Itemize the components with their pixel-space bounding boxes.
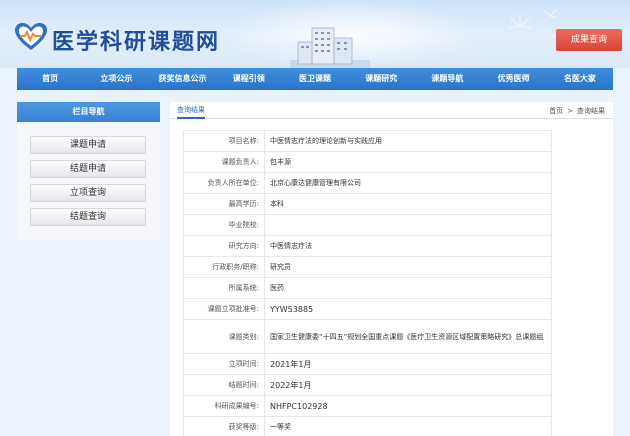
table-row: 获奖等级: 一等奖 [183,416,552,436]
breadcrumb-current: 查询结果 [577,107,605,115]
field-value [264,214,552,236]
nav-item-award-notice[interactable]: 获奖信息公示 [149,68,215,90]
field-label: 获奖等级: [183,416,265,436]
field-label: 结题时间: [183,374,265,396]
nav-item-medical-topics[interactable]: 医卫课题 [282,68,348,90]
nav-item-topic-research[interactable]: 课题研究 [348,68,414,90]
nav-item-famous-doctors[interactable]: 名医大家 [547,68,613,90]
nav-item-home[interactable]: 首页 [17,68,83,90]
field-value: 中医情志疗法 [264,235,552,257]
table-row: 最高学历: 本科 [183,193,552,215]
breadcrumb-separator: > [567,107,573,115]
field-value: 医药 [264,277,552,299]
heart-logo-icon [15,23,47,50]
sidebar: 栏目导航 课题申请 结题申请 立项查询 结题查询 [17,102,160,240]
field-value: 包丰源 [264,151,552,173]
table-row: 负责人所在单位: 北京心康达健康管理有限公司 [183,172,552,194]
breadcrumb-home-link[interactable]: 首页 [549,107,563,115]
field-value: 中医情志疗法的理论创新与实践应用 [264,130,552,152]
hospital-building-icon [290,27,370,68]
nav-item-approval-notice[interactable]: 立项公示 [83,68,149,90]
field-label: 立项时间: [183,353,265,375]
table-row: 课题类别: 国家卫生健康委“十四五”规划全国重点课题《医疗卫生资源区域配置策略研究… [183,319,552,354]
field-value: YYWS3885 [264,298,552,320]
field-value: 研究员 [264,256,552,278]
nav-item-excellent-doctors[interactable]: 优秀医师 [481,68,547,90]
field-value: NHFPC102928 [264,395,552,417]
nav-item-course-guide[interactable]: 课程引领 [216,68,282,90]
field-label: 所属系统: [183,277,265,299]
table-row: 课题立项批准号: YYWS3885 [183,298,552,320]
field-label: 项目名称: [183,130,265,152]
table-row: 科研成果编号: NHFPC102928 [183,395,552,417]
site-header: 医学科研课题网 成果查询 [0,0,630,68]
sidebar-title: 栏目导航 [17,102,160,122]
field-value: 本科 [264,193,552,215]
table-row: 课题负责人: 包丰源 [183,151,552,173]
field-value: 2021年1月 [264,353,552,375]
sidebar-item-completion-query[interactable]: 结题查询 [30,208,146,226]
field-label: 负责人所在单位: [183,172,265,194]
query-result-table: 项目名称: 中医情志疗法的理论创新与实践应用 课题负责人: 包丰源 负责人所在单位:… [183,130,552,436]
table-row: 立项时间: 2021年1月 [183,353,552,375]
table-row: 结题时间: 2022年1月 [183,374,552,396]
table-row: 研究方向: 中医情志疗法 [183,235,552,257]
table-row: 行政职务/职称: 研究员 [183,256,552,278]
field-label: 行政职务/职称: [183,256,265,278]
table-row: 毕业院校: [183,214,552,236]
sidebar-item-approval-query[interactable]: 立项查询 [30,184,146,202]
field-label: 课题负责人: [183,151,265,173]
result-query-button[interactable]: 成果查询 [556,29,622,51]
tab-query-result[interactable]: 查询结果 [177,105,205,119]
field-label: 最高学历: [183,193,265,215]
main-nav: 首页 立项公示 获奖信息公示 课程引领 医卫课题 课题研究 课题导航 优秀医师 … [17,68,613,90]
field-label: 科研成果编号: [183,395,265,417]
field-label: 研究方向: [183,235,265,257]
breadcrumb: 首页 > 查询结果 [547,106,607,116]
table-row: 项目名称: 中医情志疗法的理论创新与实践应用 [183,130,552,152]
sidebar-item-completion-application[interactable]: 结题申请 [30,160,146,178]
table-row: 所属系统: 医药 [183,277,552,299]
field-value: 2022年1月 [264,374,552,396]
field-label: 课题类别: [183,319,265,354]
field-value: 一等奖 [264,416,552,436]
main-header: 查询结果 首页 > 查询结果 [170,102,613,119]
sidebar-item-topic-application[interactable]: 课题申请 [30,136,146,154]
site-title: 医学科研课题网 [52,30,221,55]
main-content: 查询结果 首页 > 查询结果 项目名称: 中医情志疗法的理论创新与实践应用 课题负责人… [170,102,613,436]
field-label: 毕业院校: [183,214,265,236]
field-value: 国家卫生健康委“十四五”规划全国重点课题《医疗卫生资源区域配置策略研究》总课题组 [264,319,552,354]
nav-item-topic-navigation[interactable]: 课题导航 [414,68,480,90]
field-label: 课题立项批准号: [183,298,265,320]
field-value: 北京心康达健康管理有限公司 [264,172,552,194]
